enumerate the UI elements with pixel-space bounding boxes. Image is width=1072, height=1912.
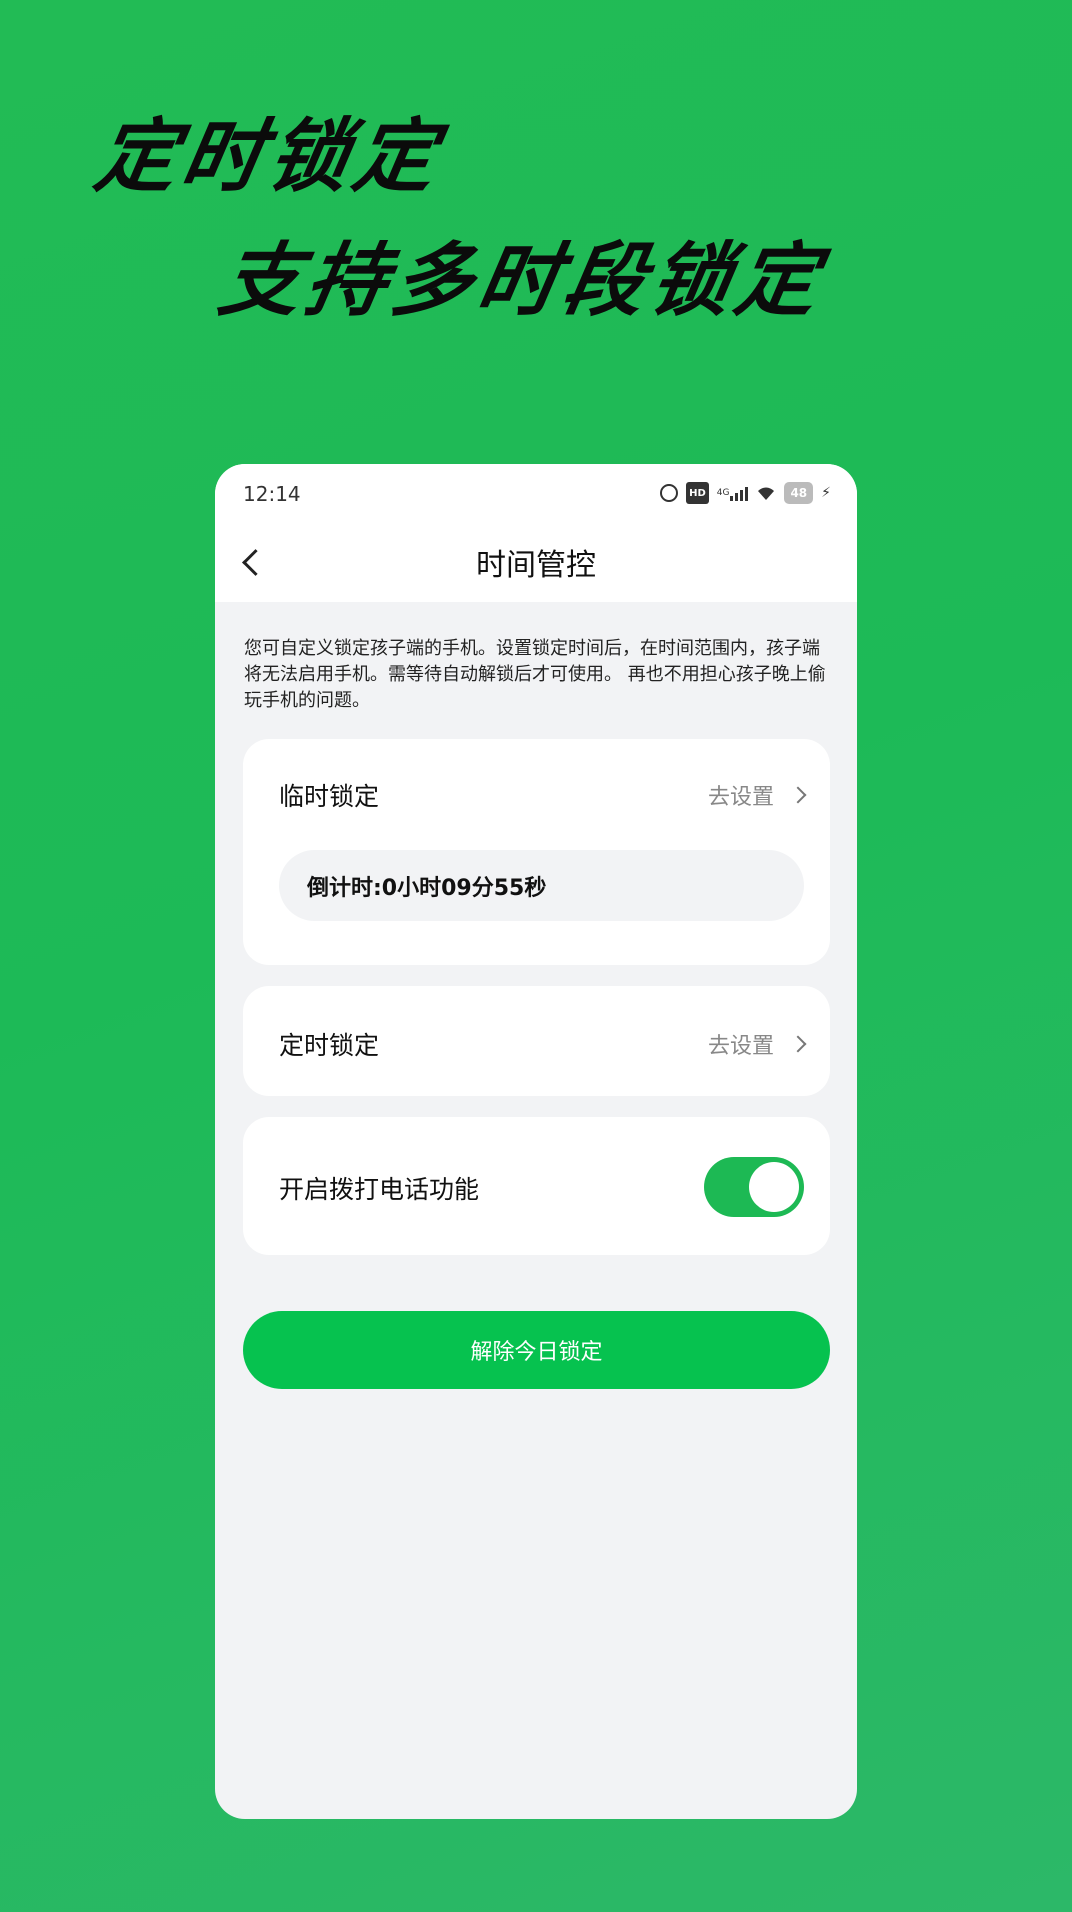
chevron-right-icon xyxy=(789,1035,807,1053)
call-function-card: 开启拨打电话功能 xyxy=(243,1117,830,1255)
hd-icon: HD xyxy=(686,482,709,504)
schedule-lock-label: 定时锁定 xyxy=(279,1031,380,1060)
schedule-lock-setup-label: 去设置 xyxy=(707,1034,774,1059)
network-label: 4G xyxy=(716,488,730,498)
phone-screen: 12:14 HD 4G 48 ⚡ 时间管控 您可自定义锁定孩子端的手机。设置锁定… xyxy=(215,464,857,1819)
page-title: 时间管控 xyxy=(476,548,596,583)
wifi-icon xyxy=(756,483,776,503)
status-time: 12:14 xyxy=(243,482,301,506)
toggle-knob xyxy=(749,1162,799,1212)
charging-icon: ⚡ xyxy=(821,485,831,501)
chevron-right-icon xyxy=(789,786,807,804)
unlock-today-button[interactable]: 解除今日锁定 xyxy=(243,1311,830,1389)
schedule-lock-setup-link[interactable]: 去设置 xyxy=(707,1028,807,1060)
description-text: 您可自定义锁定孩子端的手机。设置锁定时间后，在时间范围内，孩子端将无法启用手机。… xyxy=(244,638,826,711)
status-icons: HD 4G 48 ⚡ xyxy=(660,482,831,504)
countdown-pill: 倒计时:0小时09分55秒 xyxy=(279,850,804,921)
countdown-text: 倒计时:0小时09分55秒 xyxy=(307,876,547,901)
schedule-lock-card[interactable]: 定时锁定 去设置 xyxy=(243,986,830,1096)
temp-lock-card: 临时锁定 去设置 倒计时:0小时09分55秒 xyxy=(243,739,830,965)
call-function-label: 开启拨打电话功能 xyxy=(279,1175,480,1204)
temp-lock-setup-label: 去设置 xyxy=(707,785,774,810)
signal-icon: 4G xyxy=(717,483,749,503)
call-function-toggle[interactable] xyxy=(704,1157,804,1217)
battery-icon: 48 xyxy=(784,482,814,504)
alarm-icon xyxy=(660,483,679,503)
promo-headline-1: 定时锁定 xyxy=(88,110,450,203)
temp-lock-setup-link[interactable]: 去设置 xyxy=(707,779,807,811)
promo-headline-2: 支持多时段锁定 xyxy=(212,234,832,327)
temp-lock-label: 临时锁定 xyxy=(279,782,380,811)
